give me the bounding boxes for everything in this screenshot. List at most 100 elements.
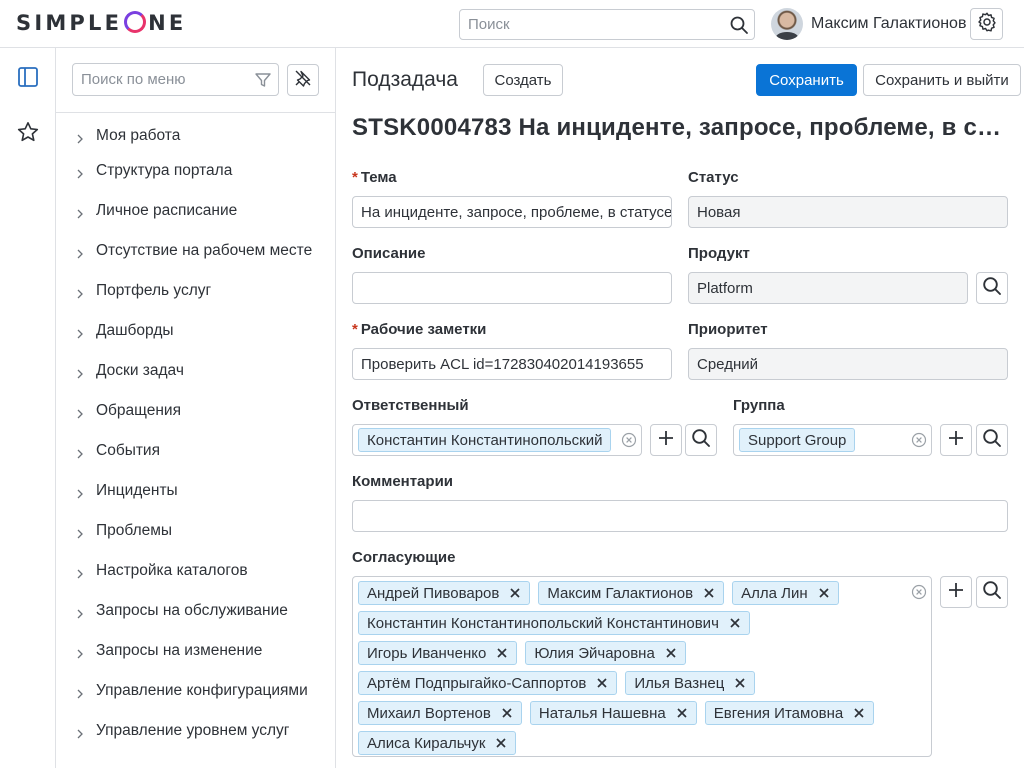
sidebar-item-label: Управление уровнем услуг	[96, 721, 290, 739]
clear-icon[interactable]	[911, 432, 927, 453]
remove-icon[interactable]	[703, 587, 715, 599]
sidebar-item[interactable]: Запросы на изменение	[56, 631, 335, 671]
create-button[interactable]: Создать	[483, 64, 563, 96]
remove-icon[interactable]	[734, 677, 746, 689]
chevron-right-icon	[75, 486, 85, 504]
global-search[interactable]	[459, 9, 755, 40]
group-lookup-button[interactable]	[976, 424, 1008, 456]
chevron-right-icon	[75, 406, 85, 424]
approvers-field[interactable]: Андрей Пивоваров Максим Галактионов Алла Л…	[352, 576, 932, 757]
settings-button[interactable]	[970, 8, 1003, 40]
sidebar-item[interactable]: Инциденты	[56, 471, 335, 511]
sidebar-item-label: Инциденты	[96, 481, 178, 499]
sidebar-item-label: Моя работа	[96, 127, 181, 144]
page-title: STSK0004783 На инциденте, запросе, пробл…	[352, 114, 1012, 141]
group-field[interactable]: Support Group	[733, 424, 932, 456]
chevron-right-icon	[75, 246, 85, 264]
sidebar-item[interactable]: Управление конфигурациями	[56, 671, 335, 711]
sidebar-item-label: Портфель услуг	[96, 281, 212, 299]
approver-tag: Алла Лин	[732, 581, 839, 605]
clear-icon[interactable]	[621, 432, 637, 453]
work-notes-field[interactable]: Проверить ACL id=172830402014193655	[352, 348, 672, 380]
approver-tag: Игорь Иванченко	[358, 641, 518, 665]
sidebar-item[interactable]: Структура портала	[56, 151, 335, 191]
remove-icon[interactable]	[501, 707, 513, 719]
sidebar-item[interactable]: Дашборды	[56, 311, 335, 351]
menu-search-input[interactable]	[73, 64, 243, 95]
sidebar-item-label: Структура портала	[96, 161, 233, 179]
plus-icon	[657, 429, 675, 452]
assignee-add-button[interactable]	[650, 424, 682, 456]
sidebar-item-label: События	[96, 441, 160, 459]
sidebar-item-label: Доски задач	[96, 361, 184, 379]
sidebar-item[interactable]: События	[56, 431, 335, 471]
approvers-add-button[interactable]	[940, 576, 972, 608]
group-add-button[interactable]	[940, 424, 972, 456]
unpin-button[interactable]	[287, 64, 319, 96]
remove-icon[interactable]	[495, 737, 507, 749]
chevron-right-icon	[75, 566, 85, 584]
sidebar-item[interactable]: Доски задач	[56, 351, 335, 391]
sidebar-item[interactable]: Запросы на обслуживание	[56, 591, 335, 631]
sidebar-item[interactable]: Отсутствие на рабочем месте	[56, 231, 335, 271]
assignee-field[interactable]: Константин Константинопольский	[352, 424, 642, 456]
product-lookup-button[interactable]	[976, 272, 1008, 304]
divider	[56, 112, 335, 113]
logo[interactable]: SIMPLE NE	[16, 11, 186, 35]
remove-icon[interactable]	[818, 587, 830, 599]
menu-search[interactable]	[72, 63, 279, 96]
remove-icon[interactable]	[676, 707, 688, 719]
subject-field[interactable]: На инциденте, запросе, проблеме, в стату…	[352, 196, 672, 228]
approver-name: Константин Константинопольский Константи…	[367, 614, 719, 632]
sidebar-item[interactable]: Управление уровнем услуг	[56, 711, 335, 751]
search-icon	[982, 580, 1002, 605]
remove-icon[interactable]	[596, 677, 608, 689]
sidebar-item[interactable]: Проблемы	[56, 511, 335, 551]
approver-name: Андрей Пивоваров	[367, 584, 500, 602]
save-and-exit-button[interactable]: Сохранить и выйти	[863, 64, 1021, 96]
approvers-lookup-button[interactable]	[976, 576, 1008, 608]
remove-icon[interactable]	[729, 617, 741, 629]
sidebar-item[interactable]: Личное расписание	[56, 191, 335, 231]
assignee-lookup-button[interactable]	[685, 424, 717, 456]
remove-icon[interactable]	[665, 647, 677, 659]
avatar[interactable]	[771, 8, 803, 40]
sidebar-item[interactable]: Настройка каталогов	[56, 551, 335, 591]
icon-rail	[0, 48, 56, 768]
sidebar-toggle-icon[interactable]	[16, 65, 40, 89]
star-icon[interactable]	[16, 120, 40, 144]
priority-field[interactable]: Средний	[688, 348, 1008, 380]
sidebar-item-label: Проблемы	[96, 521, 173, 539]
remove-icon[interactable]	[853, 707, 865, 719]
sidebar-item-label: Обращения	[96, 401, 181, 419]
clear-icon[interactable]	[911, 584, 927, 605]
sidebar-item-label: Запросы на обслуживание	[96, 601, 288, 619]
save-button[interactable]: Сохранить	[756, 64, 857, 96]
description-field[interactable]	[352, 272, 672, 304]
search-icon[interactable]	[729, 15, 749, 40]
approver-tag: Алиса Киральчук	[358, 731, 517, 755]
sidebar-item[interactable]: Обращения	[56, 391, 335, 431]
assignee-label: Ответственный	[352, 397, 469, 414]
user-name[interactable]: Максим Галактионов	[811, 15, 966, 33]
sidebar-item-label: Управление конфигурациями	[96, 681, 308, 699]
chevron-right-icon	[75, 366, 85, 384]
filter-icon	[254, 71, 272, 94]
status-field[interactable]: Новая	[688, 196, 1008, 228]
approver-name: Артём Подпрыгайко-Саппортов	[367, 674, 587, 692]
sidebar-item[interactable]: Портфель услуг	[56, 271, 335, 311]
product-field[interactable]: Platform	[688, 272, 968, 304]
sidebar-item[interactable]: Моя работа	[56, 121, 335, 151]
description-label: Описание	[352, 245, 426, 262]
approver-name: Наталья Нашевна	[538, 704, 666, 722]
chevron-right-icon	[75, 606, 85, 624]
approver-tag: Илья Вазнец	[625, 671, 756, 695]
comments-field[interactable]	[352, 500, 1008, 532]
chevron-right-icon	[75, 526, 85, 544]
remove-icon[interactable]	[496, 647, 508, 659]
status-label: Статус	[688, 169, 739, 186]
remove-icon[interactable]	[509, 587, 521, 599]
chevron-right-icon	[75, 286, 85, 304]
priority-label: Приоритет	[688, 321, 768, 338]
global-search-input[interactable]	[460, 10, 720, 39]
